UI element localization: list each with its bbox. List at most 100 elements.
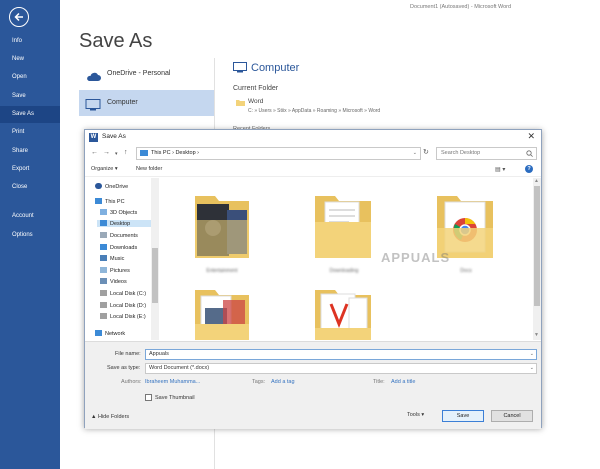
close-icon[interactable]: ✕ (527, 131, 535, 142)
chevron-down-icon[interactable]: ⌄ (530, 364, 534, 373)
word-logo-icon: W (89, 133, 98, 142)
nav-pictures[interactable]: Pictures (100, 267, 130, 274)
navigation-pane: OneDrive This PC 3D Objects Desktop Docu… (85, 178, 159, 340)
folder-icon (315, 290, 371, 340)
save-type-select[interactable]: Word Document (*.docx) ⌄ (145, 363, 537, 374)
file-caption: Docs (460, 268, 472, 274)
menu-info[interactable]: Info (0, 33, 60, 50)
cancel-button[interactable]: Cancel (491, 410, 533, 422)
place-computer[interactable]: Computer (79, 90, 214, 116)
authors-value[interactable]: Ibraheem Muhamma... (145, 379, 200, 385)
nav-local-disk-c[interactable]: Local Disk (C:) (100, 290, 146, 297)
document-icon (100, 232, 107, 238)
folder-item-entertainment[interactable]: Entertainment (187, 190, 257, 278)
menu-options[interactable]: Options (0, 227, 60, 244)
file-list-scrollbar[interactable]: ▲ ▼ (533, 178, 541, 340)
nav-videos[interactable]: Videos (100, 278, 127, 285)
current-folder-path: C: » Users » Stiix » AppData » Roaming »… (248, 108, 381, 114)
scroll-down-icon[interactable]: ▼ (534, 332, 539, 338)
menu-save-as[interactable]: Save As (0, 106, 60, 123)
menu-save[interactable]: Save (0, 88, 60, 105)
nav-local-disk-e[interactable]: Local Disk (E:) (100, 313, 146, 320)
network-icon (95, 330, 102, 336)
nav-desktop[interactable]: Desktop (97, 220, 151, 227)
computer-icon (95, 198, 102, 204)
folder-icon (195, 290, 249, 340)
place-label: Computer (107, 99, 138, 106)
computer-icon (233, 62, 247, 78)
nav-network[interactable]: Network (95, 330, 125, 337)
desktop-icon (100, 220, 107, 226)
search-icon (526, 150, 533, 162)
folder-icon (195, 196, 249, 258)
menu-close[interactable]: Close (0, 179, 60, 196)
folder-icon (315, 196, 371, 258)
save-options-panel: File name: Appuals ⌄ Save as type: Word … (85, 341, 541, 429)
cube-icon (100, 209, 107, 215)
menu-print[interactable]: Print (0, 124, 60, 141)
save-button[interactable]: Save (442, 410, 484, 422)
navigation-scrollbar[interactable] (151, 178, 159, 340)
title-label: Title: (373, 379, 385, 385)
address-bar[interactable]: This PC › Desktop › ⌄ (136, 147, 421, 160)
new-folder-button[interactable]: New folder (136, 166, 162, 172)
picture-icon (100, 267, 107, 273)
music-icon (100, 255, 107, 261)
folder-item[interactable] (187, 284, 257, 340)
nav-downloads[interactable]: Downloads (100, 244, 137, 251)
menu-new[interactable]: New (0, 51, 60, 68)
file-caption: Entertainment (206, 268, 238, 274)
nav-music[interactable]: Music (100, 255, 124, 262)
place-label: OneDrive - Personal (107, 70, 171, 77)
menu-open[interactable]: Open (0, 69, 60, 86)
nav-onedrive[interactable]: OneDrive (95, 183, 128, 190)
back-icon[interactable]: ← (91, 149, 98, 156)
place-onedrive[interactable]: OneDrive - Personal (79, 61, 214, 87)
nav-this-pc[interactable]: This PC (95, 198, 125, 205)
search-input[interactable]: Search Desktop (436, 147, 537, 160)
scrollbar-thumb[interactable] (152, 248, 158, 303)
scroll-up-icon[interactable]: ▲ (534, 178, 539, 184)
command-bar: Organize ▾ New folder ▤ ▾ ? (85, 162, 541, 177)
menu-export[interactable]: Export (0, 161, 60, 178)
scrollbar-thumb[interactable] (534, 186, 540, 306)
hide-folders-button[interactable]: ▲ Hide Folders (91, 414, 129, 420)
file-caption: Downloading (329, 268, 359, 274)
authors-label: Authors: (121, 379, 142, 385)
chevron-down-icon[interactable]: ⌄ (413, 148, 417, 159)
recent-locations-icon[interactable]: ▾ (115, 151, 118, 157)
back-arrow-icon[interactable] (9, 7, 29, 27)
tags-value[interactable]: Add a tag (271, 379, 295, 385)
menu-account[interactable]: Account (0, 208, 60, 225)
tools-button[interactable]: Tools ▾ (407, 412, 424, 418)
view-options-icon[interactable]: ▤ ▾ (495, 166, 505, 173)
save-thumbnail-label: Save Thumbnail (155, 395, 195, 401)
current-folder-item[interactable]: Word (236, 98, 263, 108)
drive-icon (100, 290, 107, 296)
menu-share[interactable]: Share (0, 143, 60, 160)
dialog-title-bar: W Save As ✕ (85, 130, 541, 145)
refresh-icon[interactable]: ↻ (423, 148, 429, 156)
file-name-label: File name: (115, 351, 141, 357)
window-title: Document1 (Autosaved) - Microsoft Word (410, 4, 512, 10)
drive-icon (100, 313, 107, 319)
folder-icon (236, 99, 245, 108)
chevron-down-icon[interactable]: ⌄ (530, 350, 534, 359)
help-icon[interactable]: ? (525, 165, 533, 173)
folder-item[interactable] (309, 284, 379, 340)
up-icon[interactable]: ↑ (124, 149, 128, 156)
nav-documents[interactable]: Documents (100, 232, 138, 239)
forward-icon[interactable]: → (103, 149, 110, 156)
tags-label: Tags: (252, 379, 266, 385)
download-icon (100, 244, 107, 250)
file-list: Entertainment Downloading Docs APPUALS (161, 178, 533, 340)
save-thumbnail-checkbox[interactable] (145, 394, 152, 401)
folder-item-downloading[interactable]: Downloading (309, 190, 379, 278)
organize-button[interactable]: Organize ▾ (91, 166, 118, 172)
title-value[interactable]: Add a title (391, 379, 415, 385)
page-title: Save As (79, 30, 153, 52)
nav-3d-objects[interactable]: 3D Objects (100, 209, 137, 216)
current-folder-label: Current Folder (233, 85, 279, 92)
nav-local-disk-d[interactable]: Local Disk (D:) (100, 302, 146, 309)
file-name-input[interactable]: Appuals ⌄ (145, 349, 537, 360)
